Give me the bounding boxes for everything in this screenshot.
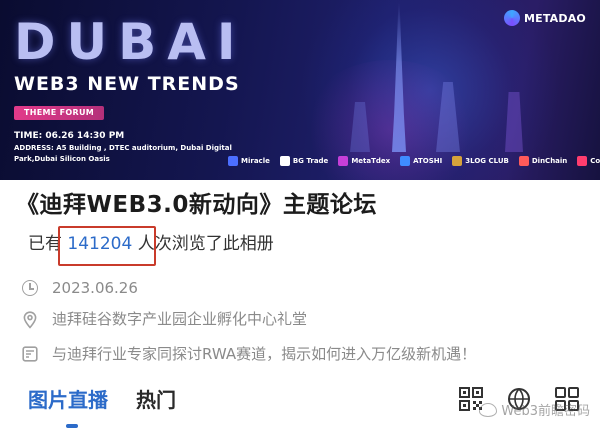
sponsor-name: CoinW [590, 157, 600, 165]
view-count-line: 已有 141204 人次浏览了此相册 [28, 232, 274, 256]
banner-title: DUBAI [14, 13, 247, 71]
tab-popular[interactable]: 热门 [136, 385, 176, 415]
watermark-text: Web3前瞻密码 [501, 404, 590, 419]
sponsor-icon [518, 156, 529, 166]
sponsor-icon [452, 156, 463, 166]
views-prefix: 已有 [28, 234, 62, 254]
sponsor-logo: CoinW [577, 156, 600, 166]
sponsor-icon [228, 156, 238, 166]
sponsor-logo: MetaTdex [338, 156, 390, 166]
sponsor-name: MetaTdex [351, 157, 391, 165]
sponsor-name: 3LOG CLUB [465, 157, 509, 165]
sponsor-logo: Miracle [228, 156, 270, 166]
sponsor-name: ATOSHI [413, 157, 443, 165]
sponsor-strip: Miracle BG Trade MetaTdex ATOSHI 3LOG CL… [228, 150, 600, 172]
event-date: 2023.06.26 [52, 279, 138, 297]
brand-name: METADAO [523, 11, 586, 25]
album-title: 《迪拜WEB3.0新动向》主题论坛 [16, 192, 377, 218]
banner-address: ADDRESS: A5 Building , DTEC auditorium, … [14, 144, 232, 163]
sponsor-icon [338, 156, 349, 166]
sponsor-logo: 3LOG CLUB [452, 156, 509, 166]
clock-icon [22, 280, 38, 296]
banner-time: TIME: 06.26 14:30 PM [14, 131, 125, 141]
event-description-row: 与迪拜行业专家同探讨RWA赛道，揭示如何进入万亿级新机遇！ [22, 343, 476, 365]
sponsor-name: Miracle [241, 157, 270, 165]
tab-photo-live[interactable]: 图片直播 [28, 385, 108, 415]
sponsor-logo: ATOSHI [400, 156, 442, 166]
location-pin-icon [22, 311, 38, 329]
sponsor-icon [279, 156, 290, 166]
theme-forum-tag: THEME FORUM [14, 106, 105, 120]
event-banner: DUBAI WEB3 NEW TRENDS THEME FORUM TIME: … [0, 0, 600, 180]
event-description: 与迪拜行业专家同探讨RWA赛道，揭示如何进入万亿级新机遇！ [52, 345, 477, 363]
sponsor-name: DinChain [531, 157, 568, 165]
event-date-row: 2023.06.26 [22, 277, 138, 299]
wechat-logo-icon [479, 402, 498, 417]
event-location-row: 迪拜硅谷数字产业园企业孵化中心礼堂 [22, 308, 307, 330]
views-suffix: 人次浏览了此相册 [137, 234, 274, 254]
metadao-logo: METADAO [503, 10, 586, 26]
announcement-icon [22, 346, 38, 362]
sponsor-logo: BG Trade [279, 156, 329, 166]
sponsor-logo: DinChain [518, 156, 568, 166]
sponsor-icon [400, 156, 411, 166]
active-tab-indicator [66, 424, 78, 428]
sponsor-name: BG Trade [292, 157, 329, 165]
event-location: 迪拜硅谷数字产业园企业孵化中心礼堂 [52, 310, 308, 328]
banner-subtitle: WEB3 NEW TRENDS [14, 73, 240, 95]
view-count: 141204 [67, 234, 133, 254]
sponsor-icon [577, 156, 588, 166]
wechat-watermark: Web3前瞻密码 [479, 400, 590, 419]
metadao-logo-icon [503, 10, 520, 26]
banner-details: TIME: 06.26 14:30 PM ADDRESS: A5 Buildin… [14, 130, 234, 165]
album-tabs: 图片直播 热门 [28, 385, 176, 415]
